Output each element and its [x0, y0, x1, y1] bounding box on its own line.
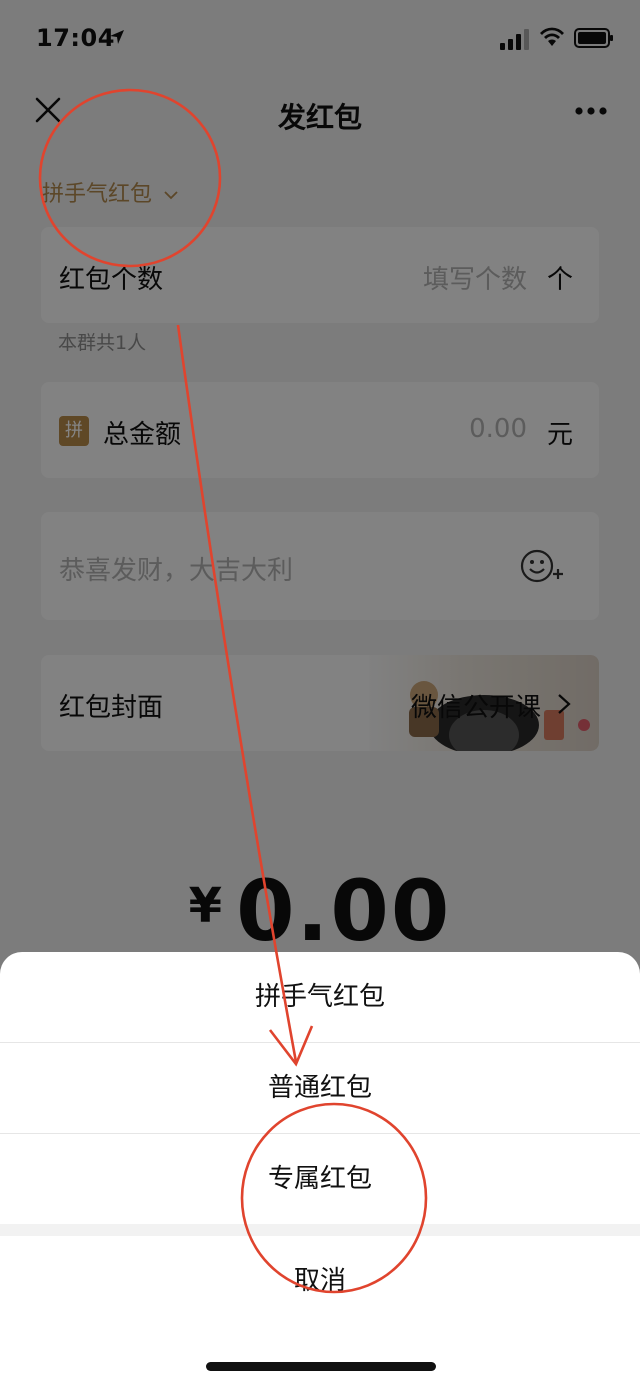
- sheet-option-normal[interactable]: 普通红包: [0, 1043, 640, 1133]
- home-indicator[interactable]: [206, 1362, 436, 1371]
- packet-type-action-sheet: 拼手气红包 普通红包 专属红包 取消: [0, 952, 640, 1386]
- sheet-option-exclusive[interactable]: 专属红包: [0, 1134, 640, 1224]
- sheet-option-lucky[interactable]: 拼手气红包: [0, 952, 640, 1042]
- sheet-gap: [0, 1224, 640, 1236]
- sheet-cancel-button[interactable]: 取消: [0, 1236, 640, 1326]
